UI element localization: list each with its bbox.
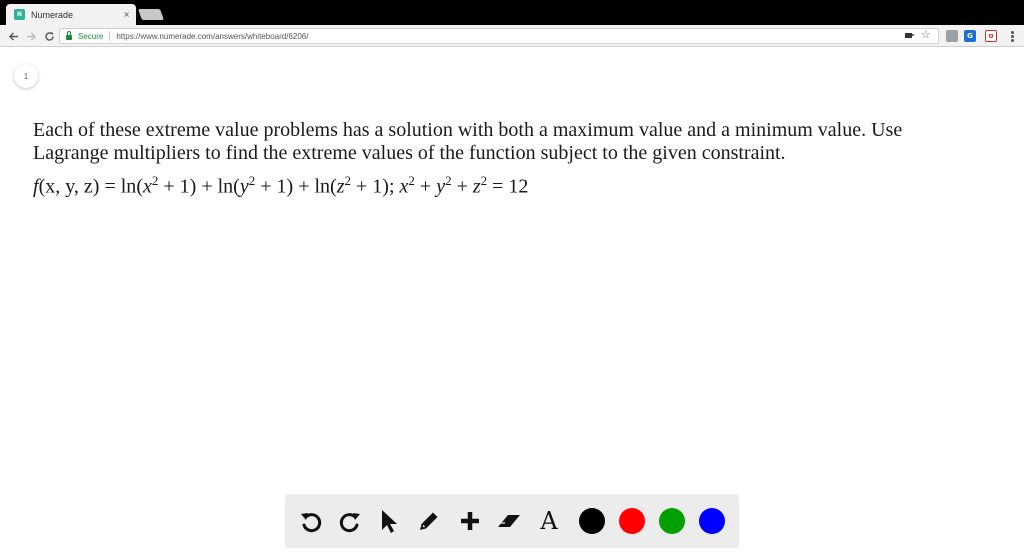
page-number-badge[interactable]: 1 — [14, 64, 38, 88]
color-blue-button[interactable] — [695, 504, 729, 538]
plus-icon[interactable] — [453, 504, 487, 538]
color-black-swatch — [579, 508, 605, 534]
tab-strip: N Numerade × — [0, 0, 1024, 25]
formula-plus: + — [196, 175, 218, 198]
formula-plus: + — [414, 175, 437, 198]
formula-x: x — [142, 175, 152, 198]
color-green-swatch — [659, 508, 685, 534]
formula-z: z — [472, 175, 481, 198]
undo-icon[interactable] — [294, 504, 328, 538]
extension-gray-icon[interactable] — [946, 30, 958, 42]
color-green-button[interactable] — [655, 504, 689, 538]
secure-label: Secure — [78, 31, 104, 41]
browser-tab[interactable]: N Numerade × — [6, 4, 136, 25]
formula-semicolon: ; — [388, 175, 400, 198]
formula-y: y — [239, 175, 249, 198]
url-text[interactable]: https://www.numerade.com/answers/whitebo… — [116, 32, 308, 41]
tab-close-icon[interactable]: × — [123, 10, 130, 19]
eraser-icon[interactable] — [492, 504, 526, 538]
pointer-icon[interactable] — [372, 504, 406, 538]
formula-paren: ( — [136, 175, 143, 198]
formula-ln: ln — [120, 175, 137, 198]
formula-ln: ln — [314, 175, 331, 198]
camera-icon[interactable] — [905, 33, 915, 38]
address-bar[interactable]: Secure https://www.numerade.com/answers/… — [59, 28, 939, 44]
new-tab-button[interactable] — [137, 9, 165, 20]
star-icon[interactable]: ☆ — [921, 28, 931, 41]
tab-title: Numerade — [31, 9, 74, 20]
problem-statement: Each of these extreme value problems has… — [33, 119, 993, 165]
formula-args: (x, y, z) — [38, 175, 100, 198]
function-formula: f(x, y, z) = ln(x2 + 1) + ln(y2 + 1) + l… — [33, 173, 528, 199]
problem-line-2: Lagrange multipliers to find the extreme… — [33, 142, 786, 164]
drawing-toolbar: A — [285, 494, 739, 548]
formula-eq: = — [99, 175, 121, 198]
pencil-icon[interactable] — [412, 504, 446, 538]
menu-icon[interactable] — [1011, 31, 1014, 42]
lock-icon — [66, 31, 72, 40]
formula-plus: + — [293, 175, 315, 198]
reload-icon[interactable] — [41, 28, 57, 44]
formula-plus-one: + 1) — [351, 175, 389, 198]
back-icon[interactable] — [5, 28, 21, 44]
color-red-swatch — [619, 508, 645, 534]
text-icon[interactable]: A — [532, 504, 566, 538]
address-divider — [109, 31, 111, 41]
numerade-favicon-icon: N — [14, 9, 25, 20]
color-blue-swatch — [699, 508, 725, 534]
formula-ln: ln — [217, 175, 234, 198]
extension-shield-icon[interactable]: ʊ — [985, 30, 997, 42]
formula-plus-one: + 1) — [158, 175, 197, 198]
formula-equals-12: = 12 — [487, 175, 529, 198]
problem-line-1: Each of these extreme value problems has… — [33, 119, 903, 141]
formula-paren: ( — [330, 175, 337, 198]
formula-paren: ( — [233, 175, 240, 198]
color-black-button[interactable] — [575, 504, 609, 538]
forward-icon[interactable] — [23, 28, 39, 44]
redo-icon[interactable] — [333, 504, 367, 538]
formula-y: y — [436, 175, 446, 198]
formula-z: z — [336, 175, 345, 198]
navigation-bar: Secure https://www.numerade.com/answers/… — [0, 25, 1024, 47]
color-red-button[interactable] — [615, 504, 649, 538]
formula-plus-one: + 1) — [255, 175, 294, 198]
formula-plus: + — [451, 175, 473, 198]
extension-g-icon[interactable]: G — [964, 30, 976, 42]
